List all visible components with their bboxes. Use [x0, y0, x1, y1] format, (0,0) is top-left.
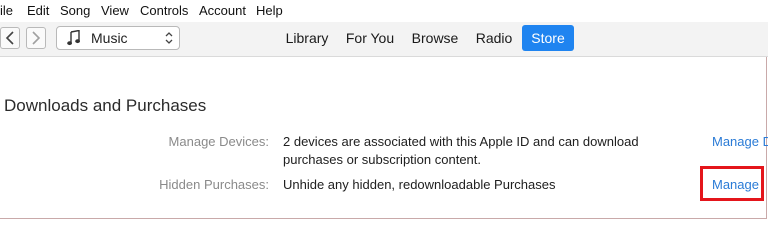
menu-help[interactable]: Help — [256, 3, 283, 18]
menu-file[interactable]: ile — [0, 3, 13, 18]
toolbar: Music Library For You Browse Radio Store — [0, 22, 768, 57]
menu-account[interactable]: Account — [199, 3, 246, 18]
section-title: Downloads and Purchases — [4, 96, 207, 115]
back-button[interactable] — [0, 27, 20, 49]
manage-devices-label: Manage Devices: — [168, 134, 269, 149]
manage-devices-link[interactable]: Manage D — [712, 134, 768, 149]
hidden-purchases-label: Hidden Purchases: — [159, 177, 269, 192]
media-kind-label: Music — [91, 30, 128, 46]
chevron-left-icon — [5, 31, 14, 45]
manage-devices-text-line2: purchases or subscription content. — [283, 152, 481, 167]
menu-view[interactable]: View — [101, 3, 129, 18]
tab-radio[interactable]: Radio — [472, 25, 516, 51]
tab-browse[interactable]: Browse — [408, 25, 462, 51]
hidden-purchases-description: Unhide any hidden, redownloadable Purcha… — [283, 177, 556, 192]
menu-controls[interactable]: Controls — [140, 3, 188, 18]
forward-button[interactable] — [26, 27, 46, 49]
manage-devices-description: 2 devices are associated with this Apple… — [283, 133, 683, 169]
tab-library[interactable]: Library — [280, 25, 334, 51]
up-down-arrows-icon — [165, 32, 173, 44]
tab-for-you[interactable]: For You — [342, 25, 398, 51]
menu-edit[interactable]: Edit — [27, 3, 49, 18]
menu-bar: ile Edit Song View Controls Account Help — [0, 0, 768, 22]
hidden-purchases-manage-link[interactable]: Manage — [712, 177, 759, 192]
tab-store[interactable]: Store — [522, 25, 574, 51]
media-kind-select[interactable]: Music — [56, 26, 180, 50]
music-note-icon — [67, 30, 80, 46]
chevron-right-icon — [32, 31, 41, 45]
manage-devices-text-line1: 2 devices are associated with this Apple… — [283, 134, 639, 149]
menu-song[interactable]: Song — [60, 3, 90, 18]
